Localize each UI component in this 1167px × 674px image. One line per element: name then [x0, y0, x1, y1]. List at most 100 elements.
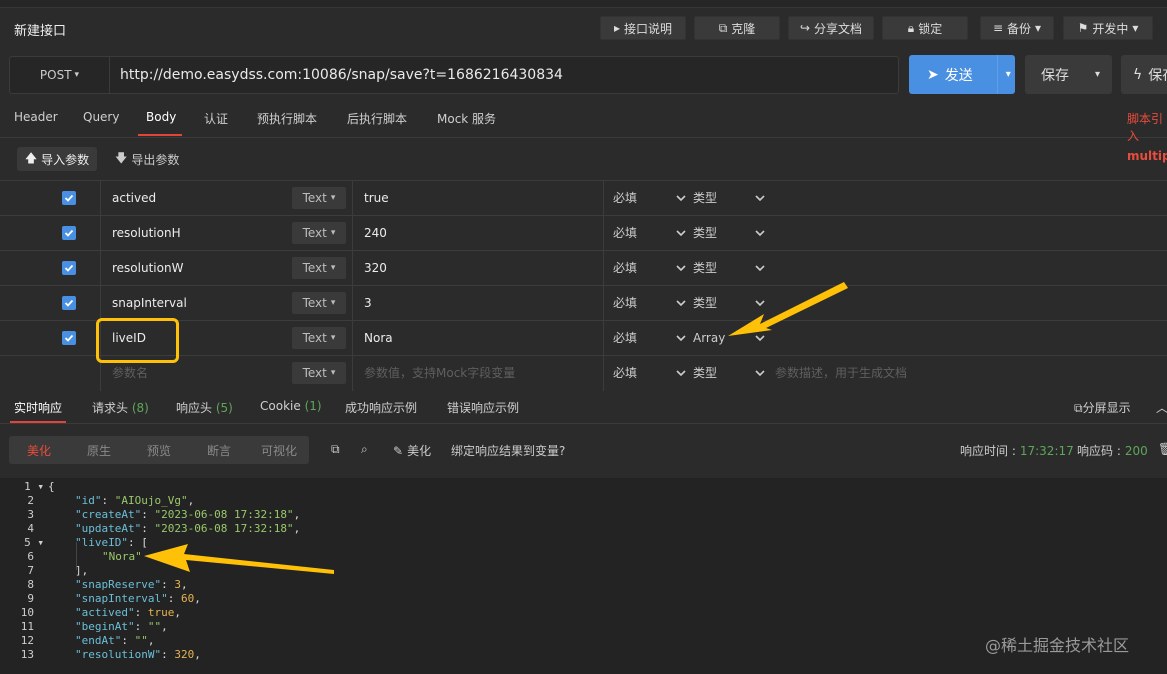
- data-type-select[interactable]: 类型: [693, 286, 717, 321]
- param-value[interactable]: true: [364, 181, 389, 216]
- top-strip: [0, 0, 1167, 8]
- required-select[interactable]: 必填: [613, 321, 637, 356]
- status-dropdown[interactable]: ⚑ 开发中 ▾: [1063, 16, 1153, 40]
- view-raw[interactable]: 原生: [69, 442, 129, 459]
- param-checkbox[interactable]: [62, 261, 76, 275]
- save-as-button[interactable]: ϟ保存: [1121, 55, 1167, 94]
- required-select[interactable]: 必填: [613, 251, 637, 286]
- line-number: 7: [27, 564, 34, 577]
- trash-icon[interactable]: 🗑︎: [1158, 442, 1167, 456]
- view-assert[interactable]: 断言: [189, 442, 249, 459]
- url-input[interactable]: http://demo.easydss.com:10086/snap/save?…: [120, 57, 563, 93]
- response-view-switch: 美化 原生 预览 断言 可视化: [9, 436, 309, 464]
- param-row: actived Text ▾ true 必填 类型: [0, 180, 1167, 216]
- annotation-arrow: [144, 544, 334, 574]
- param-type-select[interactable]: Text ▾: [292, 222, 346, 244]
- view-visualize[interactable]: 可视化: [249, 442, 309, 459]
- required-select[interactable]: 必填: [613, 356, 637, 391]
- required-select[interactable]: 必填: [613, 216, 637, 251]
- data-type-select[interactable]: 类型: [693, 356, 717, 391]
- annotation-arrow: [728, 282, 848, 336]
- caret-down-icon: ▾: [1132, 21, 1139, 35]
- view-beautify[interactable]: 美化: [9, 442, 69, 459]
- param-checkbox[interactable]: [62, 296, 76, 310]
- tab-header[interactable]: Header: [14, 110, 58, 124]
- save-button[interactable]: 保存 ▾: [1025, 55, 1112, 94]
- doc-button[interactable]: ▸ 接口说明: [600, 16, 686, 40]
- body-mode-label[interactable]: multipart: [1127, 149, 1167, 163]
- caret-down-icon: ▾: [330, 228, 336, 238]
- tab-error-example[interactable]: 错误响应示例: [447, 399, 519, 416]
- line-number: 2: [27, 494, 34, 507]
- search-icon[interactable]: ⌕: [361, 442, 368, 457]
- tab-auth[interactable]: 认证: [204, 110, 228, 127]
- tab-mock[interactable]: Mock 服务: [437, 110, 496, 127]
- param-type-select[interactable]: Text ▾: [292, 257, 346, 279]
- param-checkbox[interactable]: [62, 226, 76, 240]
- share-button[interactable]: ↪ 分享文档: [788, 16, 874, 40]
- tab-query[interactable]: Query: [83, 110, 119, 124]
- script-import-link[interactable]: 脚本引入: [1127, 110, 1167, 144]
- required-select[interactable]: 必填: [613, 286, 637, 321]
- clone-button[interactable]: ⧉ 克隆: [694, 16, 780, 40]
- data-type-select[interactable]: 类型: [693, 181, 717, 216]
- column-divider: [100, 216, 101, 251]
- backup-button[interactable]: ≡ 备份 ▾: [980, 16, 1054, 40]
- tab-post-script[interactable]: 后执行脚本: [347, 110, 407, 127]
- param-name[interactable]: resolutionW: [112, 251, 183, 286]
- tab-response-headers[interactable]: 响应头 (5): [176, 399, 233, 416]
- param-type-select[interactable]: Text ▾: [292, 327, 346, 349]
- save-dropdown-icon[interactable]: ▾: [1095, 69, 1100, 80]
- line-number: 5 ▾: [24, 536, 44, 549]
- line-number: 11: [20, 620, 34, 633]
- tab-cookie[interactable]: Cookie (1): [260, 399, 322, 413]
- tab-request-headers[interactable]: 请求头 (8): [92, 399, 149, 416]
- tab-realtime-response[interactable]: 实时响应: [14, 399, 62, 416]
- play-icon: ▸: [613, 21, 620, 35]
- column-divider: [603, 286, 604, 321]
- param-row: resolutionW Text ▾ 320 必填 类型: [0, 250, 1167, 286]
- column-divider: [603, 321, 604, 356]
- param-value[interactable]: 320: [364, 251, 387, 286]
- data-type-select[interactable]: 类型: [693, 251, 717, 286]
- param-checkbox[interactable]: [62, 191, 76, 205]
- send-button[interactable]: ➤ 发送 ▾: [909, 55, 1015, 94]
- tab-success-example[interactable]: 成功响应示例: [345, 399, 417, 416]
- bind-response-link[interactable]: 绑定响应结果到变量?: [451, 442, 565, 459]
- tab-body[interactable]: Body: [146, 110, 176, 124]
- lock-button[interactable]: 🔒︎ 锁定: [882, 16, 968, 40]
- column-divider: [603, 181, 604, 216]
- collapse-icon[interactable]: ︿: [1156, 399, 1167, 416]
- view-preview[interactable]: 预览: [129, 442, 189, 459]
- param-row: resolutionH Text ▾ 240 必填 类型: [0, 215, 1167, 251]
- split-view-button[interactable]: ⧉分屏显示: [1074, 399, 1131, 416]
- param-type-select[interactable]: Text ▾: [292, 292, 346, 314]
- param-value[interactable]: 240: [364, 216, 387, 251]
- required-select[interactable]: 必填: [613, 181, 637, 216]
- line-number: 10: [20, 606, 34, 619]
- send-dropdown-icon[interactable]: ▾: [996, 55, 1011, 94]
- data-type-select[interactable]: 类型: [693, 216, 717, 251]
- param-value-input[interactable]: 参数值，支持Mock字段变量: [364, 356, 515, 391]
- param-name[interactable]: snapInterval: [112, 286, 187, 321]
- param-row: snapInterval Text ▾ 3 必填 类型: [0, 285, 1167, 321]
- param-value[interactable]: Nora: [364, 321, 393, 356]
- copy-icon[interactable]: ⧉: [331, 442, 340, 457]
- export-params-button[interactable]: 🡇 导出参数: [115, 147, 179, 171]
- param-checkbox[interactable]: [62, 331, 76, 345]
- code-line: "Nora": [102, 550, 142, 563]
- beautify-button[interactable]: ✎ 美化: [393, 442, 431, 459]
- param-value[interactable]: 3: [364, 286, 372, 321]
- param-name[interactable]: actived: [112, 181, 156, 216]
- method-select[interactable]: POST ▾: [10, 57, 110, 93]
- param-name[interactable]: resolutionH: [112, 216, 181, 251]
- tab-pre-script[interactable]: 预执行脚本: [257, 110, 317, 127]
- param-desc-input[interactable]: 参数描述，用于生成文档: [775, 356, 907, 391]
- code-line: "updateAt": "2023-06-08 17:32:18",: [75, 522, 301, 535]
- split-icon: ⧉: [1074, 401, 1083, 415]
- line-number: 9: [27, 592, 34, 605]
- import-params-button[interactable]: 🡅 导入参数: [17, 147, 97, 171]
- param-type-select[interactable]: Text ▾: [292, 362, 346, 384]
- param-type-select[interactable]: Text ▾: [292, 187, 346, 209]
- code-line: "createAt": "2023-06-08 17:32:18",: [75, 508, 301, 521]
